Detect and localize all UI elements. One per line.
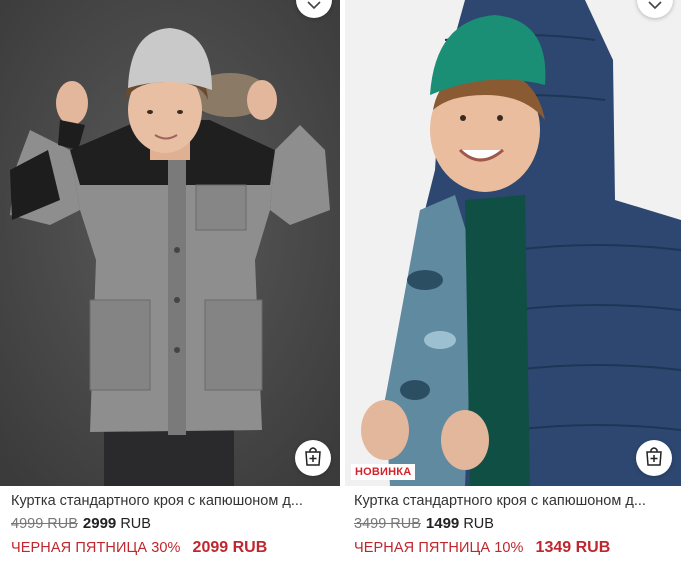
shopping-bag-plus-icon bbox=[303, 445, 323, 471]
add-to-cart-button[interactable] bbox=[636, 440, 672, 476]
current-price: 2999 RUB bbox=[82, 515, 151, 532]
new-badge: НОВИНКА bbox=[351, 464, 416, 480]
boy-navy-puffer-photo bbox=[345, 0, 681, 486]
product-card-2[interactable]: НОВИНКА Куртка стандартного кроя с капюш… bbox=[345, 0, 681, 565]
promo-label: ЧЕРНАЯ ПЯТНИЦА 30% bbox=[11, 540, 181, 556]
old-price: 3499 RUB bbox=[354, 516, 421, 532]
boy-gray-parka-photo bbox=[0, 0, 340, 486]
promo-price: 2099 RUB bbox=[192, 539, 268, 556]
product-image-1[interactable] bbox=[0, 0, 340, 486]
price-row: 3499 RUB 1499 RUB bbox=[354, 515, 494, 532]
product-title[interactable]: Куртка стандартного кроя с капюшоном д..… bbox=[354, 493, 675, 509]
shopping-bag-plus-icon bbox=[644, 445, 664, 471]
chevron-down-icon bbox=[647, 0, 663, 14]
promo-price: 1349 RUB bbox=[535, 539, 611, 556]
old-price: 4999 RUB bbox=[11, 516, 78, 532]
promo-row: ЧЕРНАЯ ПЯТНИЦА 30% 2099 RUB bbox=[11, 539, 267, 557]
add-to-cart-button[interactable] bbox=[295, 440, 331, 476]
promo-label: ЧЕРНАЯ ПЯТНИЦА 10% bbox=[354, 540, 524, 556]
product-image-2[interactable]: НОВИНКА bbox=[345, 0, 681, 486]
promo-row: ЧЕРНАЯ ПЯТНИЦА 10% 1349 RUB bbox=[354, 539, 610, 557]
product-card-1[interactable]: Куртка стандартного кроя с капюшоном д..… bbox=[0, 0, 340, 565]
chevron-down-icon bbox=[306, 0, 322, 14]
product-title[interactable]: Куртка стандартного кроя с капюшоном д..… bbox=[11, 493, 334, 509]
price-row: 4999 RUB 2999 RUB bbox=[11, 515, 151, 532]
current-price: 1499 RUB bbox=[425, 515, 494, 532]
